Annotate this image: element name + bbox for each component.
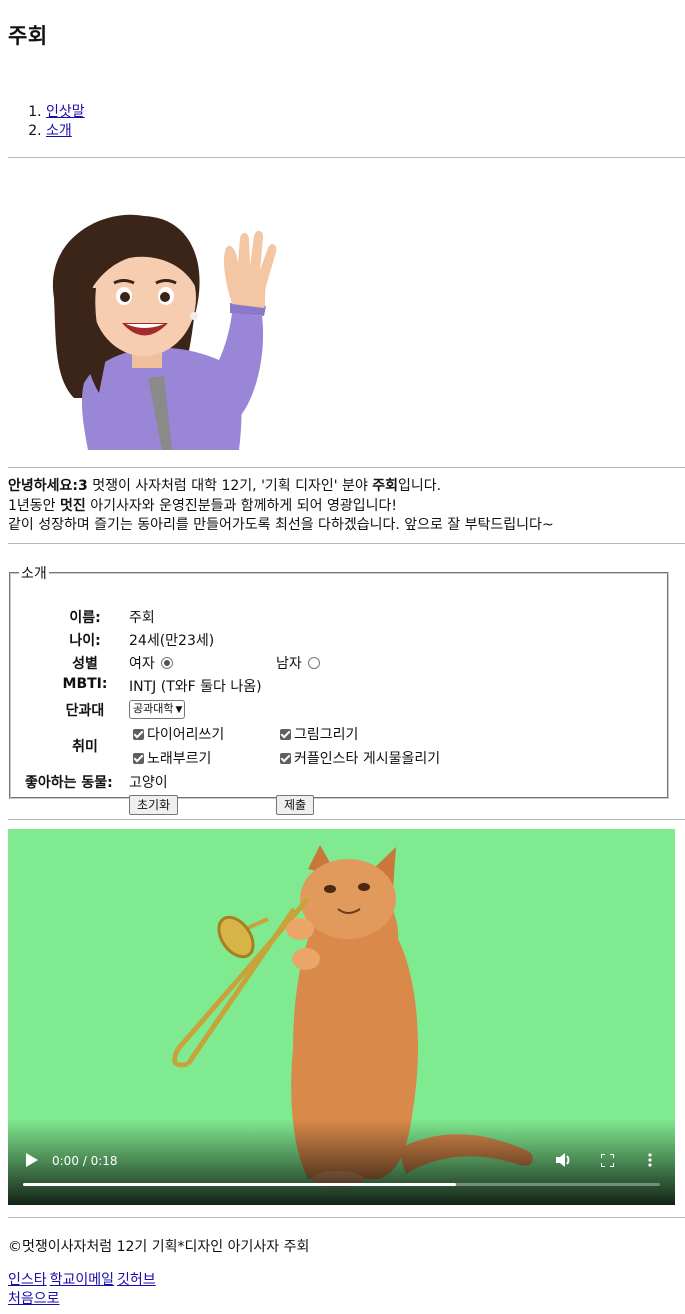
reset-button[interactable]: 초기화 xyxy=(129,795,179,815)
video-player[interactable]: 0:00 / 0:18 xyxy=(8,829,675,1205)
college-select[interactable]: 공과대학 ▼ xyxy=(129,700,186,719)
video-progress-bar[interactable] xyxy=(23,1183,660,1186)
greeting-section: 안녕하세요:3 멋쟁이 사자처럼 대학 12기, '기획 디자인' 분야 주회입… xyxy=(8,477,685,536)
more-options-icon[interactable] xyxy=(648,1153,652,1167)
video-progress-fill xyxy=(23,1183,457,1186)
hobby-checkbox[interactable] xyxy=(133,729,144,740)
hobby-option[interactable]: 다이어리쓰기 xyxy=(133,724,224,744)
github-link[interactable]: 깃허브 xyxy=(117,1272,156,1288)
hobby-option[interactable]: 그림그리기 xyxy=(280,724,358,744)
greeting-text: 멋쟁이 사자처럼 대학 12기, '기획 디자인' 분야 xyxy=(87,478,373,494)
profile-legend: 소개 xyxy=(21,566,47,582)
table-of-contents: 인삿말 소개 xyxy=(8,103,85,141)
footer-copyright: ©멋쟁이사자처럼 12기 기획*디자인 아기사자 주회 xyxy=(8,1239,310,1255)
video-time: 0:00 / 0:18 xyxy=(52,1154,118,1168)
toc-link-intro[interactable]: 소개 xyxy=(46,123,72,139)
toc-link-greeting[interactable]: 인삿말 xyxy=(46,104,85,120)
college-selected-value: 공과대학 xyxy=(133,702,174,715)
college-label: 단과대 xyxy=(65,703,105,719)
greeting-line-2: 1년동안 멋진 아기사자와 운영진분들과 함께하게 되어 영광입니다! xyxy=(8,497,685,517)
volume-icon[interactable] xyxy=(556,1153,572,1167)
toc-item: 인삿말 xyxy=(46,103,85,122)
college-dropdown[interactable]: 공과대학 ▼ xyxy=(129,700,186,719)
mbti-label: MBTI: xyxy=(62,676,108,692)
gender-male-option[interactable]: 남자 xyxy=(276,653,320,673)
greeting-text: 입니다. xyxy=(398,478,442,494)
back-to-top-link[interactable]: 처음으로 xyxy=(8,1291,60,1307)
gender-female-label: 여자 xyxy=(129,656,155,672)
play-icon[interactable] xyxy=(26,1153,38,1167)
gender-male-label: 남자 xyxy=(276,656,302,672)
page: 주회 인삿말 소개 안녕하세 xyxy=(0,0,685,1314)
toc-item: 소개 xyxy=(46,122,85,141)
divider xyxy=(8,819,685,820)
divider xyxy=(8,157,685,158)
profile-fieldset: 소개 이름: 주회 나이: 24세(만23세) 성별 여자 남자 MBTI: I… xyxy=(9,563,669,815)
gender-female-radio[interactable] xyxy=(160,657,173,669)
name-value: 주회 xyxy=(129,610,155,626)
greeting-text: 아기사자와 운영진분들과 함께하게 되어 영광입니다! xyxy=(85,497,397,514)
hobby-label-text: 노래부르기 xyxy=(147,751,212,767)
hobby-label-text: 다이어리쓰기 xyxy=(147,727,225,743)
mbti-value: INTJ (T와F 둘다 나옴) xyxy=(129,679,262,695)
submit-button-wrap: 제출 xyxy=(276,795,315,815)
footer-links: 인스타 학교이메일 깃허브 처음으로 xyxy=(8,1271,159,1309)
animal-label: 좋아하는 동물: xyxy=(25,775,113,791)
hobby-option[interactable]: 노래부르기 xyxy=(133,748,211,768)
greeting-name: 주회 xyxy=(372,478,399,494)
hobby-checkbox[interactable] xyxy=(280,753,291,764)
instagram-link[interactable]: 인스타 xyxy=(8,1272,47,1288)
hobby-label-text: 커플인스타 게시물올리기 xyxy=(294,751,441,767)
divider xyxy=(8,1217,685,1218)
greeting-line-1: 안녕하세요:3 멋쟁이 사자처럼 대학 12기, '기획 디자인' 분야 주회입… xyxy=(8,477,685,497)
avatar-image xyxy=(52,214,277,450)
divider xyxy=(8,467,685,468)
gender-male-radio[interactable] xyxy=(307,657,320,669)
greeting-emphasis: 멋진 xyxy=(60,497,86,514)
animal-value: 고양이 xyxy=(129,775,168,791)
hobby-label-text: 그림그리기 xyxy=(294,727,359,743)
greeting-text: 1년동안 xyxy=(8,497,60,514)
greeting-line-3: 같이 성장하며 즐기는 동아리를 만들어가도록 최선을 다하겠습니다. 앞으로 … xyxy=(8,517,554,533)
hobby-label: 취미 xyxy=(72,739,98,755)
gender-female-option[interactable]: 여자 xyxy=(129,653,173,673)
name-label: 이름: xyxy=(69,610,101,626)
greeting-hello: 안녕하세요:3 xyxy=(8,478,88,494)
hobby-checkbox[interactable] xyxy=(280,729,291,740)
fullscreen-icon[interactable] xyxy=(601,1154,614,1167)
gender-label: 성별 xyxy=(72,656,98,672)
hobby-option[interactable]: 커플인스타 게시물올리기 xyxy=(280,748,440,768)
back-to-top: 처음으로 xyxy=(8,1290,159,1309)
age-value: 24세(만23세) xyxy=(129,633,215,649)
video-controls: 0:00 / 0:18 xyxy=(8,1119,675,1205)
age-label: 나이: xyxy=(69,633,101,649)
divider xyxy=(8,543,685,544)
reset-button-wrap: 초기화 xyxy=(129,795,179,815)
social-links: 인스타 학교이메일 깃허브 xyxy=(8,1271,159,1290)
chevron-down-icon: ▼ xyxy=(175,705,183,715)
hobby-checkbox[interactable] xyxy=(133,753,144,764)
submit-button[interactable]: 제출 xyxy=(276,795,315,815)
school-email-link[interactable]: 학교이메일 xyxy=(50,1272,114,1288)
page-title: 주회 xyxy=(8,24,48,48)
